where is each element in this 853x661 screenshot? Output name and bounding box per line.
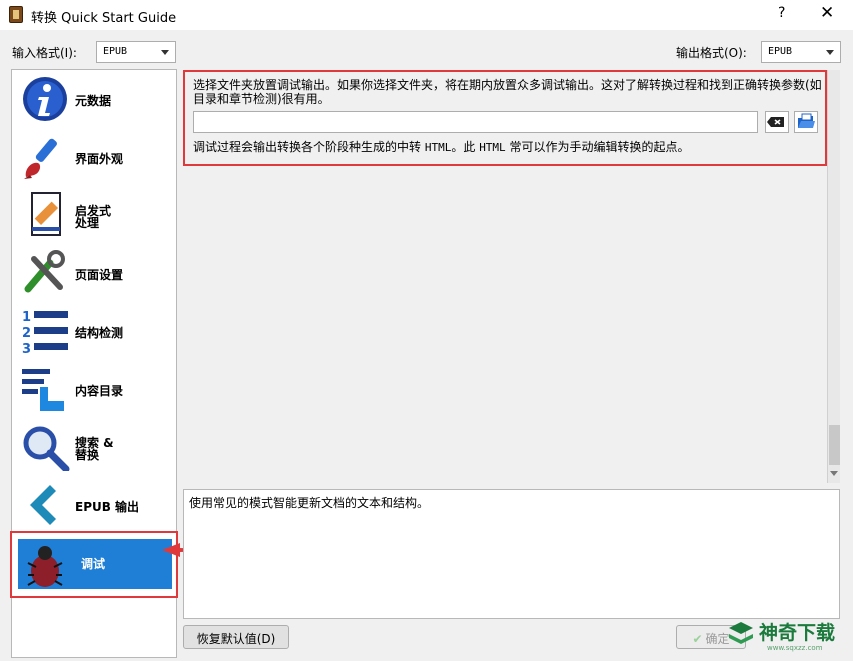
check-icon: ✔ <box>692 632 703 646</box>
help-button[interactable]: ? <box>778 5 785 21</box>
debug-note-text: 调试过程会输出转换各个阶段种生成的中转 <box>193 140 422 154</box>
sidebar-item-structure-detection[interactable]: 1 2 3 结构检测 <box>12 302 176 360</box>
sidebar-item-epub-output[interactable]: EPUB 输出 <box>12 476 176 534</box>
sidebar-item-label: 内容目录 <box>75 384 124 398</box>
sidebar-item-page-setup[interactable]: 页面设置 <box>12 244 176 302</box>
restore-defaults-label: 恢复默认值(D) <box>196 632 276 646</box>
restore-defaults-button[interactable]: 恢复默认值(D) <box>183 625 289 649</box>
debug-note-code: HTML <box>424 141 452 154</box>
scroll-down-icon[interactable] <box>830 471 838 476</box>
document-icon <box>31 192 61 236</box>
sidebar-item-heuristics[interactable]: 启发式 处理 <box>12 186 176 244</box>
debug-note: 调试过程会输出转换各个阶段种生成的中转 HTML。此 HTML 常可以作为手动编… <box>193 138 690 155</box>
help-text-box: 使用常见的模式智能更新文档的文本和结构。 <box>183 489 840 619</box>
folder-open-icon <box>798 113 815 128</box>
svg-text:2: 2 <box>22 326 31 341</box>
scrollbar-thumb[interactable] <box>829 425 840 465</box>
debug-folder-input[interactable] <box>193 111 758 133</box>
paintbrush-icon <box>24 138 57 179</box>
browse-folder-button[interactable] <box>794 111 818 133</box>
svg-text:3: 3 <box>22 342 31 355</box>
sidebar-item-label: 启发式 处理 <box>75 204 112 230</box>
watermark: 神奇下载 www.sqxzz.com <box>723 615 848 655</box>
sidebar-item-table-of-contents[interactable]: 内容目录 <box>12 360 176 418</box>
input-format-select[interactable]: EPUB <box>96 41 176 63</box>
sidebar-item-label: 界面外观 <box>75 152 124 166</box>
input-format-value: EPUB <box>103 46 128 57</box>
sidebar-item-metadata[interactable]: 元数据 <box>12 70 176 128</box>
output-format-label: 输出格式(O): <box>676 46 747 60</box>
watermark-logo-icon <box>729 622 753 644</box>
input-format-label: 输入格式(I): <box>12 46 77 60</box>
sidebar-item-label: 结构检测 <box>75 326 124 340</box>
sidebar-item-label: 页面设置 <box>75 268 124 282</box>
debug-description: 选择文件夹放置调试输出。如果你选择文件夹，将在期内放置众多调试输出。这对了解转换… <box>193 78 822 106</box>
watermark-url: www.sqxzz.com <box>767 644 823 652</box>
title-bar: 转换 Quick Start Guide ? ✕ <box>0 0 853 30</box>
vertical-scrollbar[interactable] <box>827 70 840 483</box>
sidebar-item-label: 元数据 <box>75 94 112 108</box>
svg-text:1: 1 <box>22 310 31 325</box>
debug-note-text: 常可以作为手动编辑转换的起点。 <box>509 140 690 154</box>
magnifier-icon <box>23 426 70 471</box>
sidebar-item-label: EPUB 输出 <box>75 500 140 514</box>
help-text: 使用常见的模式智能更新文档的文本和结构。 <box>189 496 430 510</box>
highlight-frame <box>10 531 178 598</box>
output-format-select[interactable]: EPUB <box>761 41 841 63</box>
chevron-down-icon <box>161 50 169 55</box>
debug-note-text: 。此 <box>451 140 476 154</box>
chevron-down-icon <box>826 50 834 55</box>
info-icon <box>23 77 67 121</box>
close-button[interactable]: ✕ <box>820 3 834 23</box>
tools-icon <box>24 250 65 293</box>
chevron-left-icon <box>30 485 56 525</box>
numbered-list-icon: 1 2 3 <box>22 310 68 355</box>
window-title: 转换 Quick Start Guide <box>31 11 177 26</box>
debug-note-code: HTML <box>479 141 506 154</box>
backspace-clear-icon <box>767 117 784 127</box>
output-format-value: EPUB <box>768 46 793 57</box>
calibre-app-icon <box>9 6 23 23</box>
watermark-text: 神奇下载 <box>759 622 836 644</box>
toc-icon <box>22 369 64 411</box>
sidebar-item-search-replace[interactable]: 搜索 & 替换 <box>12 418 176 476</box>
sidebar-item-look-feel[interactable]: 界面外观 <box>12 128 176 186</box>
clear-button[interactable] <box>765 111 789 133</box>
sidebar-item-label: 搜索 & 替换 <box>75 436 114 462</box>
